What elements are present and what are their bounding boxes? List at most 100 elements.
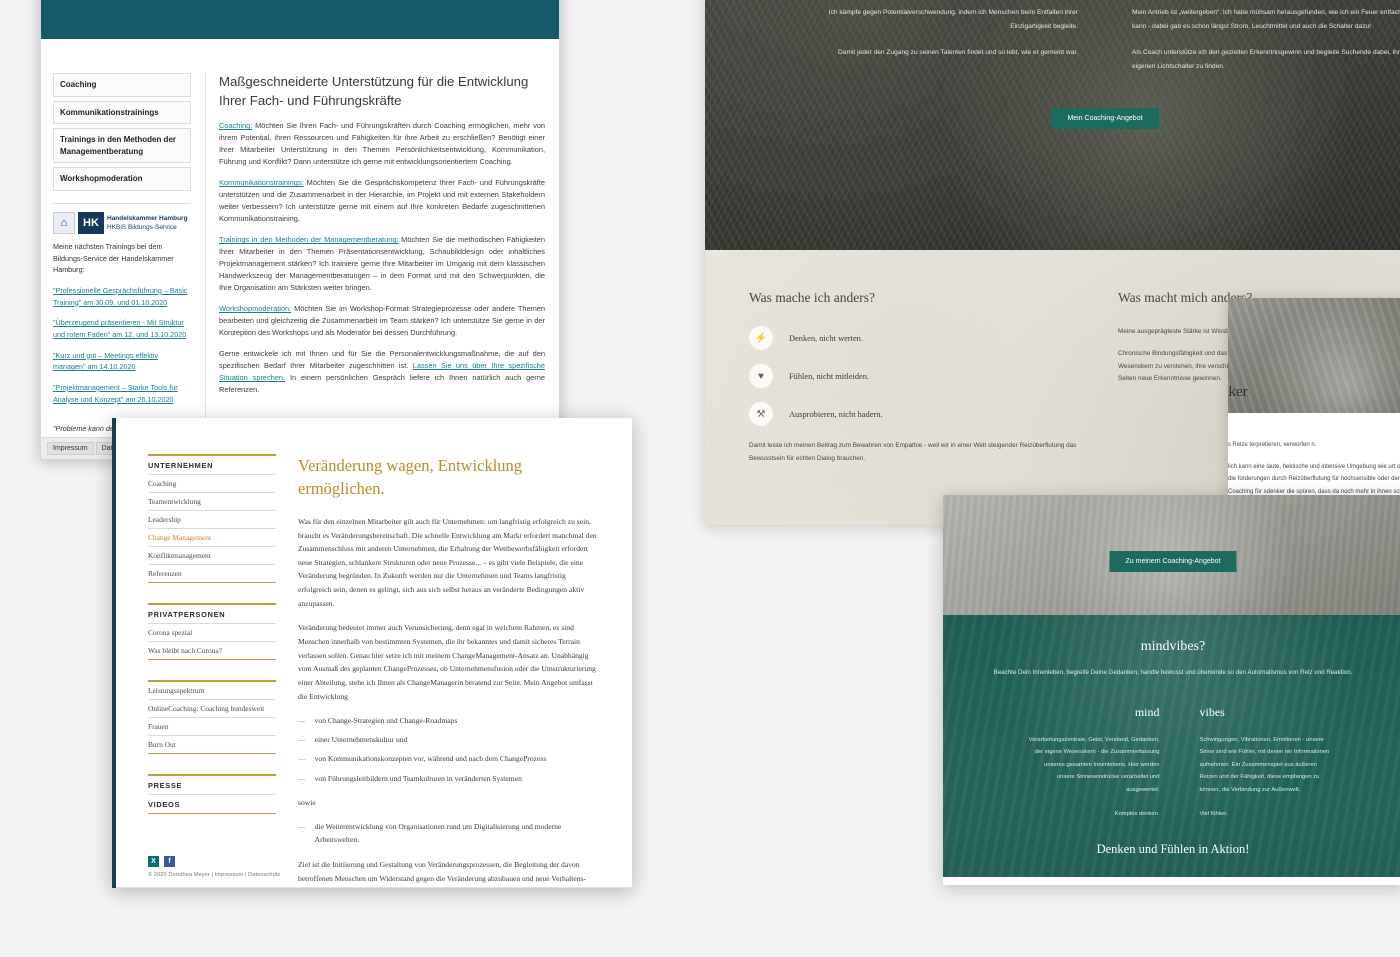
change-paragraph-1: Was für den einzelnen Mitarbeiter gilt a… — [298, 516, 597, 608]
mission-paragraph-2: Als Coach unterstütze ich den gezielten … — [1132, 48, 1400, 70]
heart-icon: ♥ — [749, 364, 773, 388]
mind-paragraph-2: Komplex denken. — [1114, 811, 1160, 818]
paragraph-methoden-lead[interactable]: Trainings in den Methoden der Management… — [219, 235, 399, 244]
sidebar-intro-text: Meine nächsten Trainings bei dem Bildung… — [53, 241, 174, 275]
mindvibes-coaching-angebot-button[interactable]: Zu meinem Coaching-Angebot — [1109, 551, 1237, 572]
footer-hairline — [116, 887, 632, 888]
menu-rule-bottom — [148, 812, 276, 814]
paragraph-coaching: Coaching: Möchten Sie Ihren Fach- und Fü… — [219, 120, 545, 168]
mindvibes-top-image: Zu meinem Coaching-Angebot — [943, 495, 1400, 615]
menu-item-change-management[interactable]: Change Management — [148, 529, 276, 546]
change-bullet-1-text: von Change-Strategien und Change-Roadmap… — [314, 716, 458, 726]
change-bullet-2-text: einer Unternehmenskultur und — [314, 735, 408, 745]
menu-gap — [148, 754, 276, 774]
change-sowie-label: sowie — [298, 797, 316, 807]
menu-item-frauen[interactable]: Frauen — [148, 718, 276, 735]
menu-item-coaching[interactable]: Coaching — [148, 475, 276, 492]
dash-icon: — — [298, 735, 306, 745]
footer-impressum-button[interactable]: Impressum — [47, 442, 94, 455]
menu-heading-privatpersonen: PRIVATPERSONEN — [148, 609, 226, 619]
lightning-icon: ⚡ — [749, 326, 773, 350]
sidebar-item-coaching[interactable]: Coaching — [53, 73, 191, 97]
change-bullet-3: — von Kommunikationskonzepten vor, währe… — [298, 752, 598, 765]
screenshot-change-management-page[interactable]: UNTERNEHMEN Coaching Teamentwicklung Lea… — [112, 418, 632, 888]
menu-item-burn-out[interactable]: Burn Out — [148, 736, 276, 753]
change-paragraph-2: Veränderung bedeutet immer auch Verunsic… — [298, 623, 596, 701]
menu-item-leistungsspektrum[interactable]: Leistungsspektrum — [148, 682, 276, 699]
menu-item-leadership[interactable]: Leadership — [148, 511, 276, 528]
change-bullet-2: — einer Unternehmenskultur und — [298, 733, 598, 746]
handelskammer-badge: ⌂ HK Handelskammer Hamburg HKBiS Bildung… — [53, 211, 191, 234]
menu-item-onlinecoaching[interactable]: OnlineCoaching: Coaching bundesweit — [148, 700, 276, 717]
mindvibes-cta-wrapper: Zu meinem Coaching-Angebot — [1109, 550, 1237, 572]
change-bullet-3-text: von Kommunikationskonzepten vor, während… — [314, 754, 547, 764]
mindvibes-subtitle: Beachte Dein Innenleben, begreife Deine … — [993, 669, 1353, 676]
menu-item-konfliktmanagement[interactable]: Konfliktmanagement — [148, 547, 276, 564]
paragraph-methoden: Trainings in den Methoden der Management… — [219, 234, 545, 294]
paragraph-kommunikation: Kommunikationstrainings: Möchten Sie die… — [219, 177, 545, 225]
training-link-2[interactable]: "Überzeugend präsentieren - Mit Struktur… — [53, 317, 191, 340]
menu-item-teamentwicklung[interactable]: Teamentwicklung — [148, 493, 276, 510]
was-mache-ich-anders-title: Was mache ich anders? — [749, 290, 875, 305]
mindvibes-green-panel: mindvibes? Beachte Dein Innenleben, begr… — [943, 615, 1400, 885]
training-link-3[interactable]: "Kurz und gut – Meetings effektiv manage… — [53, 350, 191, 373]
vibes-paragraph-1: Schwingungen, Vibrationen, Emotionen - u… — [1199, 737, 1330, 793]
anders-row-fuehlen: ♥ Fühlen, nicht mitleiden. — [749, 364, 1090, 388]
hero-image-mountain: rsdenker ig ist, die pausenlos Reize ter… — [1228, 298, 1400, 448]
hk-label: Handelskammer Hamburg HKBiS Bildungs-Ser… — [107, 214, 188, 232]
hk-line2: HKBiS Bildungs-Service — [107, 223, 177, 231]
paragraph-closing: Gerne entwickele ich mit Ihnen und für S… — [219, 348, 545, 396]
menu-item-videos[interactable]: VIDEOS — [148, 795, 276, 813]
change-main-content: Veränderung wagen, Entwicklung ermöglich… — [298, 454, 598, 888]
menu-gap — [148, 660, 276, 680]
paragraph-workshop-lead[interactable]: Workshopmoderation: — [219, 304, 291, 313]
vision-paragraph-1: Ich kämpfe gegen Potentialverschwendung,… — [828, 9, 1078, 30]
site-header-bar: coaching·training·beratung — [41, 0, 559, 39]
querdenker-title: rsdenker — [1228, 384, 1248, 400]
mindvibes-closing-line: Denken und Fühlen in Aktion! — [1096, 842, 1250, 856]
paragraph-coaching-lead[interactable]: Coaching: — [219, 121, 252, 130]
menu-item-referenzen[interactable]: Referenzen — [148, 565, 276, 582]
main-content: Maßgeschneiderte Unterstützung für die E… — [205, 73, 545, 448]
mindvibes-title: mindvibes? — [1140, 639, 1206, 654]
coaching-angebot-button[interactable]: Mein Coaching-Angebot — [1051, 108, 1159, 130]
page-title: Maßgeschneiderte Unterstützung für die E… — [219, 74, 529, 108]
sidebar-item-kommunikationstrainings[interactable]: Kommunikationstrainings — [53, 100, 191, 125]
change-bullet-1: — von Change-Strategien und Change-Roadm… — [298, 714, 598, 727]
xing-icon[interactable]: X — [148, 856, 159, 867]
menu-item-was-bleibt-nach-corona[interactable]: Was bleibt nach Corona? — [148, 642, 276, 659]
querdenker-subtitle: ig ist, die pausenlos Reize terpretieren… — [1228, 442, 1317, 448]
mission-paragraph-1: Mein Antrieb ist „weitergeben“. Ich habe… — [1132, 9, 1400, 30]
screenshot-mindvibes-page[interactable]: Zu meinem Coaching-Angebot mindvibes? Be… — [943, 495, 1400, 885]
mind-heading: mind — [1134, 705, 1160, 720]
cta-wrapper: Mein Coaching-Angebot — [705, 107, 1400, 130]
menu-item-presse[interactable]: PRESSE — [148, 776, 276, 794]
change-bullet-4: — von Führungsleitbildern und Teamkultur… — [298, 772, 598, 785]
sidebar-divider — [53, 202, 191, 204]
vibes-heading: vibes — [1199, 705, 1225, 720]
dash-icon: — — [298, 822, 306, 832]
anders-row-denken: ⚡ Denken, nicht werten. — [749, 326, 1090, 350]
sidebar-item-managementberatung[interactable]: Trainings in den Methoden der Management… — [53, 128, 191, 164]
mission-column: Meine Mission! Mein Antrieb ist „weiterg… — [1132, 0, 1400, 85]
mindvibes-bottom-strip — [943, 877, 1400, 885]
anders-row-ausprobieren: ⚒ Ausprobieren, nicht hadern. — [749, 402, 1090, 426]
dash-icon: — — [298, 716, 306, 726]
training-link-1[interactable]: "Professionelle Gesprächsführung – Basic… — [53, 285, 191, 308]
training-link-4[interactable]: "Projektmanagement – Starke Tools für An… — [53, 382, 191, 405]
menu-item-corona-spezial[interactable]: Corona spezial — [148, 624, 276, 641]
menu-heading-unternehmen: UNTERNEHMEN — [148, 460, 214, 470]
anders-text-denken: Denken, nicht werten. — [789, 333, 863, 343]
change-bullet-5-text: die Weiterentwicklung von Organisationen… — [314, 822, 562, 845]
anders-text-ausprobieren: Ausprobieren, nicht hadern. — [789, 409, 883, 419]
bank-icon: ⌂ — [53, 211, 75, 234]
change-sidebar-menu: UNTERNEHMEN Coaching Teamentwicklung Lea… — [148, 454, 276, 888]
paragraph-kommunikation-lead[interactable]: Kommunikationstrainings: — [219, 178, 304, 187]
left-sidebar: Coaching Kommunikationstrainings Trainin… — [53, 73, 191, 448]
mind-paragraph-1: Verarbeitungszentrale, Geist, Verstand, … — [1028, 737, 1160, 793]
sidebar-item-workshopmoderation[interactable]: Workshopmoderation — [53, 167, 191, 191]
screenshot-coaching-page[interactable]: coaching·training·beratung Coaching Komm… — [40, 0, 560, 460]
facebook-icon[interactable]: f — [164, 856, 175, 867]
social-links: X f — [148, 856, 398, 867]
hk-line1: Handelskammer Hamburg — [107, 214, 188, 222]
